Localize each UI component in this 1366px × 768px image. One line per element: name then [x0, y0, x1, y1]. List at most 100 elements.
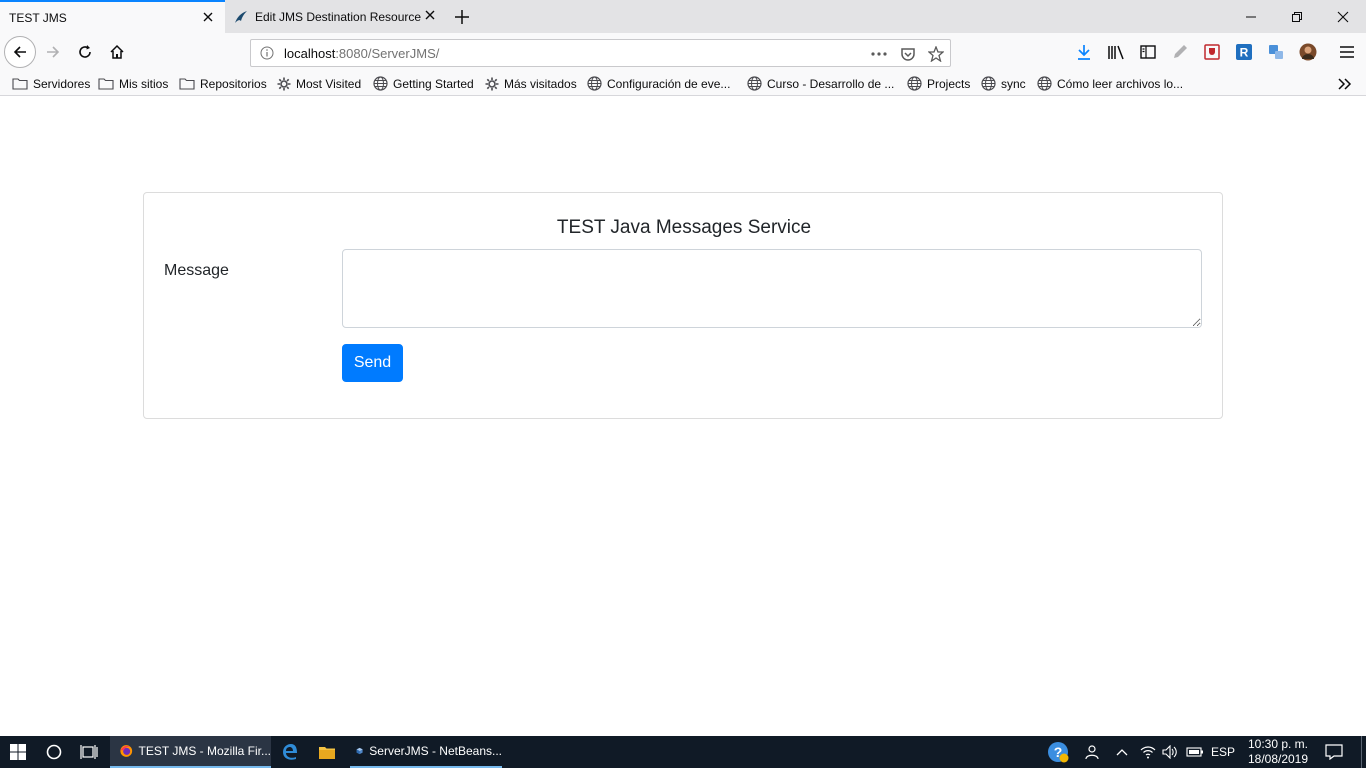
- bookmark-item[interactable]: Cómo leer archivos lo...: [1037, 75, 1183, 92]
- task-view-button[interactable]: [72, 736, 106, 768]
- minimize-icon: [1246, 16, 1256, 17]
- tab-title: Edit JMS Destination Resource: [255, 10, 422, 24]
- task-view-icon: [80, 745, 98, 759]
- speaker-icon: [1162, 745, 1177, 759]
- people-icon: [1085, 745, 1099, 760]
- translate-icon[interactable]: [1267, 43, 1285, 61]
- plus-icon: [455, 9, 469, 24]
- menu-hamburger-icon[interactable]: [1338, 43, 1356, 61]
- pencil-icon[interactable]: [1171, 43, 1189, 61]
- chevron-up-icon: [1116, 749, 1128, 756]
- jms-form-card: TEST Java Messages Service Message Send: [143, 192, 1223, 419]
- people-tray-button[interactable]: [1082, 736, 1104, 768]
- taskbar-item-label: TEST JMS - Mozilla Fir...: [138, 744, 271, 758]
- network-tray-button[interactable]: [1138, 736, 1158, 768]
- gear-icon: [277, 77, 291, 90]
- help-tray-button[interactable]: ?: [1044, 736, 1072, 768]
- arrow-left-icon: [13, 46, 26, 58]
- reload-button[interactable]: [70, 37, 100, 67]
- cortana-circle-icon: [46, 744, 62, 760]
- bookmark-item[interactable]: Repositorios: [179, 75, 267, 92]
- url-text[interactable]: localhost:8080/ServerJMS/: [284, 46, 439, 61]
- taskbar-netbeans[interactable]: ServerJMS - NetBeans...: [350, 736, 502, 768]
- taskbar-item-label: ServerJMS - NetBeans...: [369, 744, 502, 758]
- netbeans-cube-icon: [356, 747, 363, 755]
- sidebar-icon[interactable]: [1139, 43, 1157, 61]
- globe-icon: [747, 76, 762, 91]
- clock-time: 10:30 p. m.: [1247, 737, 1309, 751]
- search-button[interactable]: [38, 736, 70, 768]
- action-center-button[interactable]: [1318, 736, 1350, 768]
- tab-edit-jms-destination[interactable]: Edit JMS Destination Resource: [225, 0, 447, 33]
- windows-logo-icon: [10, 744, 26, 760]
- bookmarks-overflow-button[interactable]: [1338, 75, 1357, 92]
- message-label: Message: [164, 262, 229, 279]
- system-clock[interactable]: 10:30 p. m. 18/08/2019: [1242, 737, 1314, 767]
- taskbar-edge[interactable]: [274, 736, 306, 768]
- taskbar-file-explorer[interactable]: [310, 736, 344, 768]
- avatar-icon[interactable]: [1299, 43, 1317, 61]
- restore-button[interactable]: [1274, 0, 1320, 33]
- folder-icon: [179, 78, 195, 90]
- arrow-right-icon: [47, 46, 60, 58]
- windows-taskbar: TEST JMS - Mozilla Fir... ServerJMS - Ne…: [0, 736, 1366, 768]
- bookmark-item[interactable]: Curso - Desarrollo de ...: [747, 75, 894, 92]
- bookmarks-toolbar: Servidores Mis sitios Repositorios Most …: [0, 71, 1366, 96]
- reload-icon: [79, 45, 91, 58]
- folder-icon: [319, 746, 335, 759]
- svg-text:R: R: [1240, 46, 1249, 60]
- minimize-button[interactable]: [1228, 0, 1274, 33]
- browser-window: TEST JMS Edit JMS Destination Resource l…: [0, 0, 1366, 96]
- show-desktop-button[interactable]: [1361, 736, 1366, 768]
- extension-r-icon[interactable]: R: [1235, 43, 1253, 61]
- pocket-icon[interactable]: [899, 45, 917, 63]
- close-icon: [1337, 11, 1349, 22]
- input-language[interactable]: ESP: [1208, 736, 1238, 768]
- close-window-button[interactable]: [1320, 0, 1366, 33]
- navigation-toolbar: localhost:8080/ServerJMS/ R: [0, 33, 1366, 71]
- restore-icon: [1292, 11, 1302, 22]
- gear-icon: [485, 77, 499, 90]
- start-button[interactable]: [0, 736, 36, 768]
- tab-test-jms[interactable]: TEST JMS: [0, 0, 225, 33]
- show-hidden-icons-button[interactable]: [1112, 736, 1132, 768]
- bookmark-item[interactable]: Getting Started: [373, 75, 474, 92]
- page-title: TEST Java Messages Service: [556, 217, 812, 238]
- close-tab-icon[interactable]: [201, 10, 215, 24]
- bookmark-item[interactable]: Configuración de eve...: [587, 75, 730, 92]
- bookmark-item[interactable]: Mis sitios: [98, 75, 168, 92]
- bookmark-item[interactable]: Más visitados: [485, 75, 577, 92]
- bookmark-item[interactable]: Most Visited: [277, 75, 361, 92]
- new-tab-button[interactable]: [447, 0, 477, 33]
- bookmark-item[interactable]: Projects: [907, 75, 970, 92]
- home-button[interactable]: [102, 37, 132, 67]
- battery-icon: [1186, 747, 1203, 757]
- volume-tray-button[interactable]: [1160, 736, 1180, 768]
- library-icon[interactable]: [1107, 43, 1125, 61]
- downloads-icon[interactable]: [1075, 43, 1093, 61]
- globe-icon: [981, 76, 996, 91]
- page-actions-icon[interactable]: [870, 45, 888, 63]
- help-question-icon: ?: [1048, 742, 1069, 763]
- taskbar-firefox[interactable]: TEST JMS - Mozilla Fir...: [110, 736, 271, 768]
- bookmark-item[interactable]: Servidores: [12, 75, 90, 92]
- tab-strip: TEST JMS Edit JMS Destination Resource: [0, 0, 1366, 33]
- firefox-icon: [120, 745, 133, 757]
- back-button[interactable]: [4, 36, 36, 68]
- info-icon[interactable]: [260, 46, 274, 63]
- folder-icon: [12, 78, 28, 90]
- clock-date: 18/08/2019: [1247, 752, 1309, 766]
- close-tab-icon[interactable]: [423, 8, 437, 22]
- bookmark-item[interactable]: sync: [981, 75, 1026, 92]
- message-textarea[interactable]: [342, 249, 1202, 328]
- url-bar[interactable]: localhost:8080/ServerJMS/: [250, 39, 951, 67]
- edge-icon: [283, 744, 297, 760]
- extension-shield-icon[interactable]: [1203, 43, 1221, 61]
- bookmark-star-icon[interactable]: [927, 45, 945, 63]
- home-icon: [110, 44, 124, 59]
- battery-tray-button[interactable]: [1184, 736, 1206, 768]
- forward-button[interactable]: [38, 37, 68, 67]
- globe-icon: [907, 76, 922, 91]
- glassfish-fish-icon: [233, 9, 249, 25]
- send-button[interactable]: Send: [342, 344, 403, 382]
